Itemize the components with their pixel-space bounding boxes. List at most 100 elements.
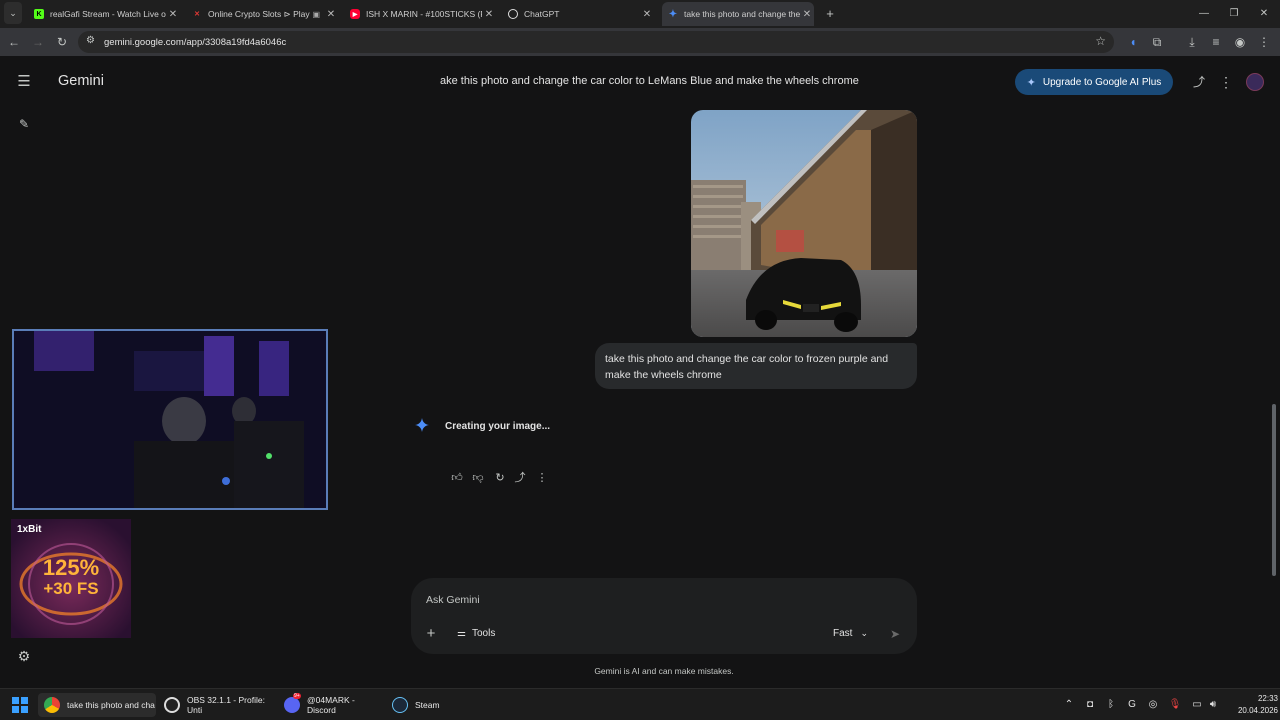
tab-title: take this photo and change the [684,9,800,19]
microphone-icon[interactable]: 🎙︎ [1168,698,1182,712]
tab-title: realGafi Stream - Watch Live on [50,9,166,19]
sparkle-icon: ✦ [1026,76,1036,89]
restore-button[interactable]: ❐ [1222,2,1246,26]
taskbar-obs[interactable]: OBS 32.1.1 - Profile: Unti [164,693,276,717]
tools-icon: ⚌ [457,628,466,639]
promo-offer: 125% [42,555,100,580]
user-prompt-bubble: take this photo and change the car color… [595,343,917,389]
tab-search-icon[interactable]: ⌄ [4,2,22,24]
gemini-extension-icon[interactable]: ◖ [1125,34,1141,50]
tab-crypto-slots[interactable]: ✕ Online Crypto Slots ⊳ Play ▣ ✕ [186,2,338,26]
webcam-image [14,331,326,508]
steam-icon [392,697,408,713]
kick-icon: K [34,9,44,19]
prompt-composer: + ⚌ Tools Fast ⌄ ➤ [411,578,917,654]
browser-tab-strip: ⌄ K realGafi Stream - Watch Live on ✕ ✕ … [0,0,1280,28]
cast-icon: ▣ [312,9,320,19]
thumbs-down-icon[interactable]: 👎︎ [470,470,486,486]
discord-icon [284,697,300,713]
user-prompt-text: take this photo and change the car color… [605,353,889,381]
clock[interactable]: 22:33 20.04.2026 [1222,693,1278,717]
back-arrow-icon[interactable]: ← [6,34,22,50]
thumbs-up-icon[interactable]: 👍︎ [449,470,465,486]
notification-badge: 9+ [293,693,301,699]
taskbar-chrome[interactable]: take this photo and cha [38,693,156,717]
close-icon[interactable]: ✕ [482,9,496,20]
upgrade-button[interactable]: ✦ Upgrade to Google AI Plus [1015,69,1173,95]
taskbar-steam[interactable]: Steam [392,693,452,717]
upgrade-label: Upgrade to Google AI Plus [1042,76,1162,88]
new-chat-icon[interactable]: ✎ [12,112,36,136]
taskbar-discord[interactable]: 9+ @04MARK - Discord [284,693,384,717]
forward-arrow-icon[interactable]: → [30,34,46,50]
steam-tray-icon[interactable]: ◎ [1146,698,1160,712]
bluetooth-icon[interactable]: ᛒ [1104,698,1118,712]
windows-taskbar: take this photo and cha OBS 32.1.1 - Pro… [0,688,1280,720]
close-window-button[interactable]: ✕ [1252,2,1276,26]
taskbar-app-label: take this photo and cha [67,700,155,710]
tab-gemini[interactable]: ✦ take this photo and change the ✕ [662,2,814,26]
uploaded-photo[interactable] [691,110,917,337]
tab-kick[interactable]: K realGafi Stream - Watch Live on ✕ [28,2,180,26]
share-response-icon[interactable]: ⤴ [512,470,528,486]
obs-icon [164,697,180,713]
mode-selector[interactable]: Fast ⌄ [833,628,868,639]
promo-brand: 1xBit [17,524,42,535]
webcam-overlay [12,329,328,510]
conversation-title: ake this photo and change the car color … [440,75,859,87]
close-icon[interactable]: ✕ [166,9,180,20]
volume-icon[interactable]: 🔊︎ [1206,698,1220,712]
close-icon[interactable]: ✕ [800,9,814,20]
youtube-icon: ▶ [350,9,360,19]
chrome-menu-icon[interactable]: ⋮ [1256,34,1272,50]
gemini-icon: ✦ [668,8,678,20]
minimize-button[interactable]: — [1192,2,1216,26]
scrollbar[interactable] [1272,404,1276,576]
disclaimer: Gemini is AI and can make mistakes. [594,666,734,676]
chatgpt-icon [508,9,518,19]
gemini-brand[interactable]: Gemini [58,73,104,89]
media-controls-icon[interactable]: ≡ [1208,34,1224,50]
tab-chatgpt[interactable]: ChatGPT ✕ [502,2,654,26]
share-icon[interactable]: ⤴ [1187,70,1211,94]
promo-free-spins: +30 FS [43,579,99,598]
start-button[interactable] [12,697,28,713]
clock-time: 22:33 [1257,694,1278,703]
tab-title: ISH X MARIN - #100STICKS (Pr [366,9,482,19]
extensions-icon[interactable]: ⧉ [1149,34,1165,50]
close-icon[interactable]: ✕ [640,9,654,20]
regenerate-icon[interactable]: ↻ [492,470,508,486]
download-icon[interactable]: ⤓ [1184,34,1200,50]
defender-icon[interactable]: ◘ [1083,698,1097,712]
tab-title: ChatGPT [524,9,560,19]
chrome-icon [44,697,60,713]
site-info-icon[interactable]: ⚙ [86,35,95,46]
tools-button[interactable]: ⚌ Tools [457,628,495,639]
bookmark-star-icon[interactable]: ☆ [1095,34,1106,48]
close-icon[interactable]: ✕ [324,9,338,20]
more-actions-icon[interactable]: ⋮ [534,470,550,486]
network-icon[interactable]: ▭ [1190,698,1204,712]
taskbar-app-label: Steam [415,700,440,710]
tab-youtube[interactable]: ▶ ISH X MARIN - #100STICKS (Pr ✕ [344,2,496,26]
more-options-icon[interactable]: ⋮ [1214,70,1238,94]
promo-banner: 1xBit 125% +30 FS [11,519,131,638]
chevron-down-icon: ⌄ [860,628,868,638]
menu-icon[interactable]: ☰ [12,70,36,94]
send-icon[interactable]: ➤ [883,622,907,646]
url-text: gemini.google.com/app/3308a19fd4a6046c [104,36,287,48]
address-bar[interactable]: ⚙ gemini.google.com/app/3308a19fd4a6046c… [78,31,1114,53]
ask-gemini-input[interactable] [426,592,826,608]
new-tab-button[interactable]: + [818,2,842,26]
taskbar-app-label: OBS 32.1.1 - Profile: Unti [187,695,265,715]
g-hub-icon[interactable]: G [1125,698,1139,712]
show-hidden-icons-icon[interactable]: ⌃ [1062,698,1076,712]
avatar[interactable] [1246,73,1264,91]
tools-label: Tools [471,628,496,639]
add-attachment-icon[interactable]: + [419,622,443,646]
reload-icon[interactable]: ↻ [54,34,70,50]
taskbar-app-label: @04MARK - Discord [307,695,355,715]
profile-icon[interactable]: ◉ [1232,34,1248,50]
browser-toolbar: ← → ↻ ⚙ gemini.google.com/app/3308a19fd4… [0,28,1280,56]
settings-icon[interactable]: ⚙ [12,644,36,668]
